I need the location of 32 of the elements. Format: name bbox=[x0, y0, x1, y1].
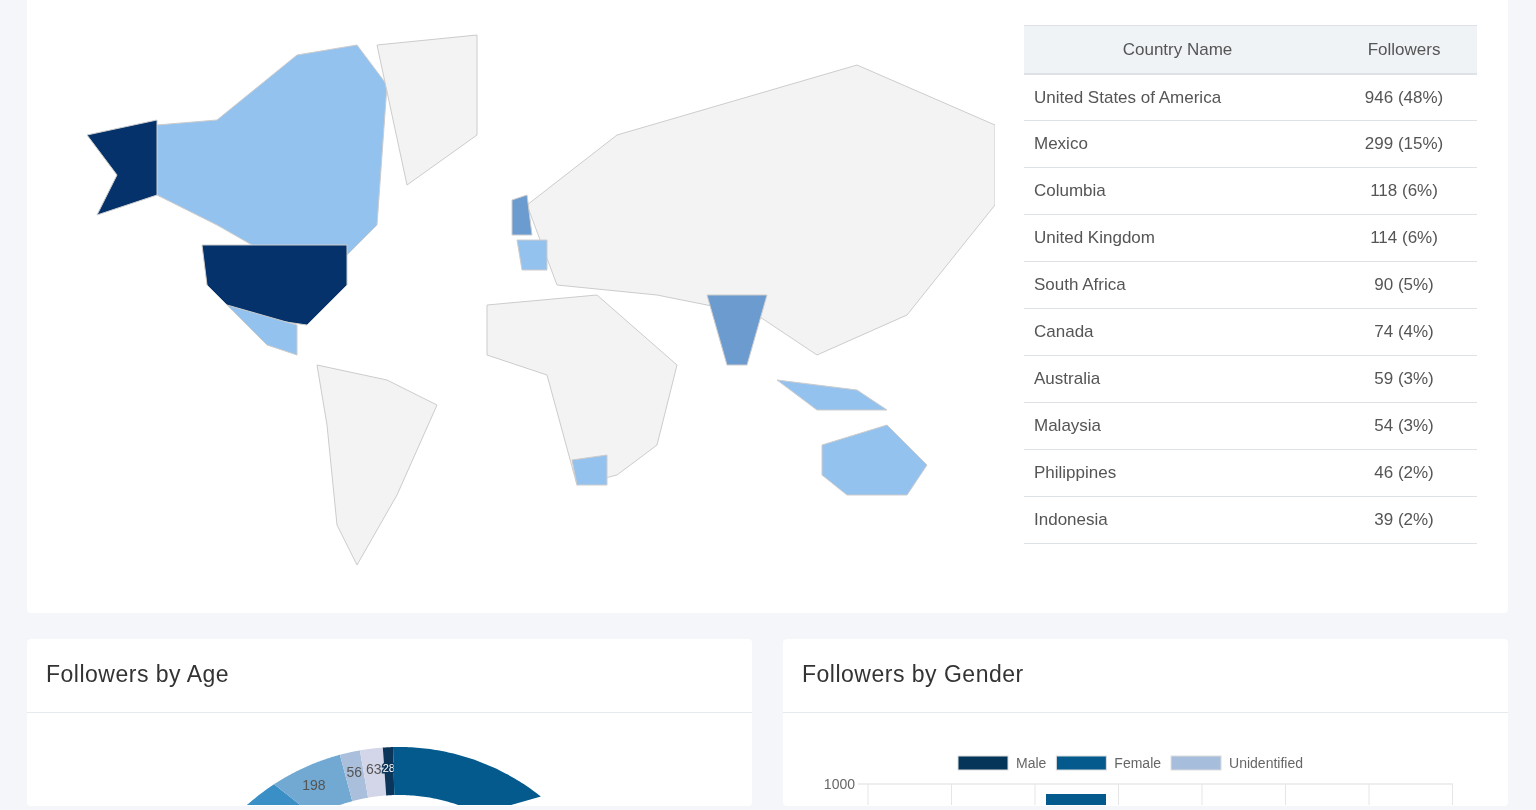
country-cell: Malaysia bbox=[1024, 402, 1332, 450]
country-cell: United Kingdom bbox=[1024, 214, 1332, 262]
country-cell: Philippines bbox=[1024, 449, 1332, 497]
followers-cell: 299 (15%) bbox=[1331, 120, 1477, 168]
slice-label: 63 bbox=[365, 760, 382, 777]
legend-label: Female bbox=[1114, 755, 1162, 771]
followers-cell: 114 (6%) bbox=[1331, 214, 1477, 262]
country-cell: Mexico bbox=[1024, 120, 1332, 168]
legend-label: Unidentified bbox=[1229, 755, 1303, 771]
followers-cell: 59 (3%) bbox=[1331, 355, 1477, 403]
slice-label: 56 bbox=[346, 763, 362, 780]
country-cell: South Africa bbox=[1024, 261, 1332, 309]
followers-cell: 54 (3%) bbox=[1331, 402, 1477, 450]
followers-cell: 946 (48%) bbox=[1331, 73, 1477, 121]
followers-cell: 118 (6%) bbox=[1331, 167, 1477, 215]
country-cell: Columbia bbox=[1024, 167, 1332, 215]
country-cell: United States of America bbox=[1024, 73, 1332, 121]
card-title: Followers by Age bbox=[46, 661, 231, 689]
followers-cell: 90 (5%) bbox=[1331, 261, 1477, 309]
column-header: Followers bbox=[1331, 25, 1477, 74]
country-cell: Canada bbox=[1024, 308, 1332, 356]
followers-cell: 46 (2%) bbox=[1331, 449, 1477, 497]
country-cell: Indonesia bbox=[1024, 496, 1332, 544]
bar bbox=[1046, 794, 1106, 805]
legend-label: Male bbox=[1016, 755, 1047, 771]
card-title: Followers by Gender bbox=[802, 661, 1025, 689]
axis-tick-label: 1000 bbox=[823, 776, 855, 792]
followers-cell: 39 (2%) bbox=[1331, 496, 1477, 544]
country-cell: Australia bbox=[1024, 355, 1332, 403]
followers-cell: 74 (4%) bbox=[1331, 308, 1477, 356]
slice-label: 198 bbox=[302, 777, 326, 794]
column-header: Country Name bbox=[1024, 25, 1332, 74]
